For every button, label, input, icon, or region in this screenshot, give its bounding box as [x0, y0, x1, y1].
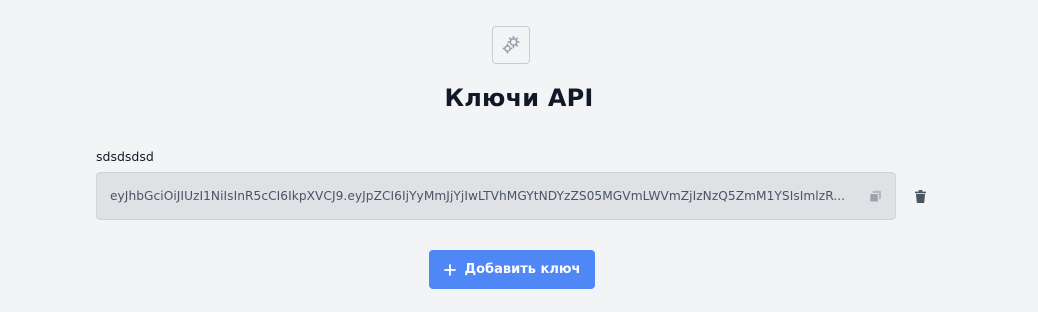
api-key-value[interactable]: eyJhbGciOiJIUzI1NiIsInR5cCI6IkpXVCJ9.eyJ…	[110, 189, 859, 203]
api-keys-page: Ключи API sdsdsdsd eyJhbGciOiJIUzI1NiIsI…	[0, 0, 1038, 312]
api-key-name: sdsdsdsd	[96, 149, 154, 164]
add-key-button[interactable]: Добавить ключ	[429, 250, 595, 289]
gears-icon	[492, 26, 530, 64]
trash-icon	[914, 189, 926, 203]
plus-icon	[443, 263, 456, 276]
delete-key-button[interactable]	[910, 185, 930, 207]
page-title: Ключи API	[444, 84, 594, 112]
copy-icon[interactable]	[867, 188, 883, 204]
api-key-field[interactable]: eyJhbGciOiJIUzI1NiIsInR5cCI6IkpXVCJ9.eyJ…	[96, 172, 896, 220]
add-key-label: Добавить ключ	[464, 262, 581, 277]
